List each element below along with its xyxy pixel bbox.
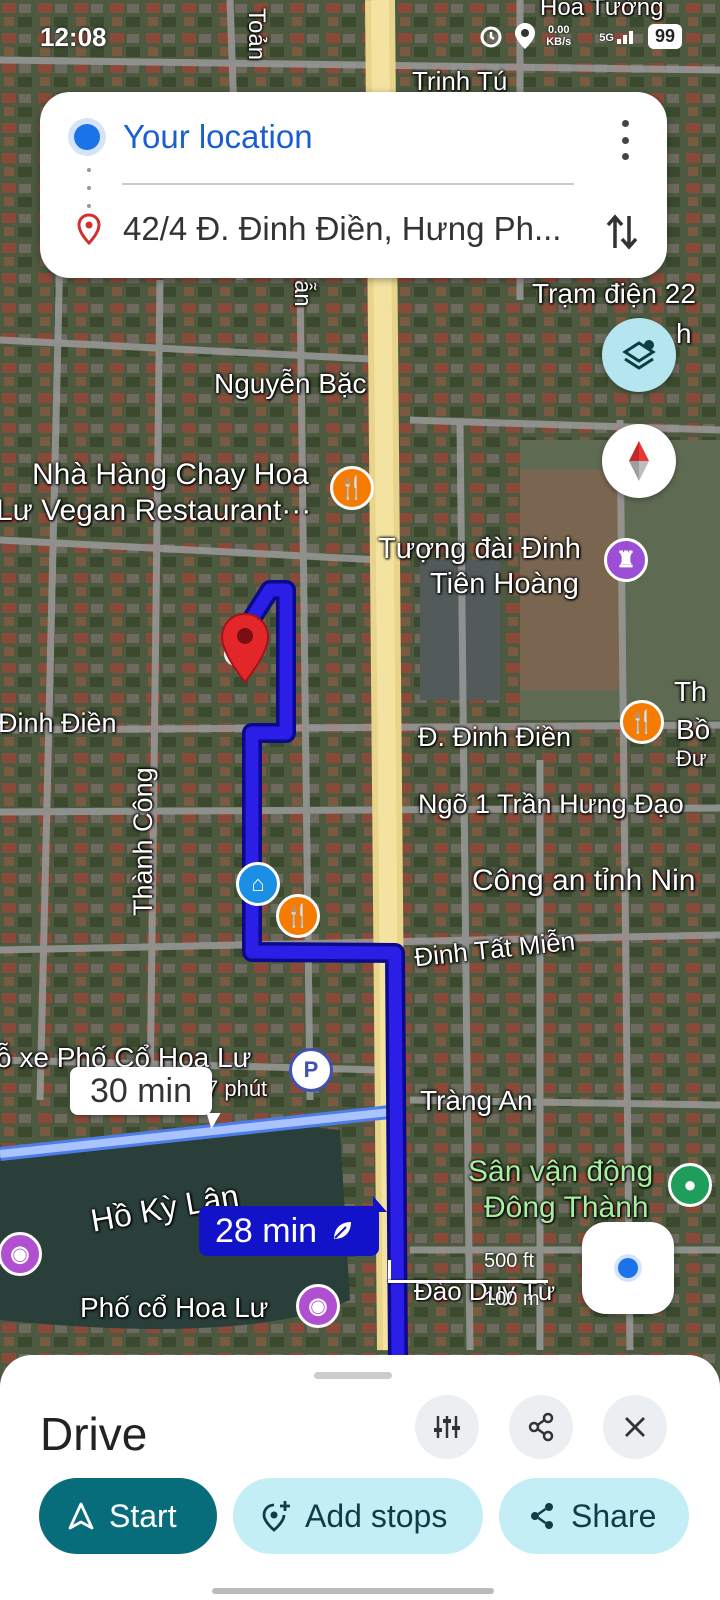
- map-label: Tượng đài Đinh: [378, 533, 581, 565]
- share-button[interactable]: Share: [499, 1478, 689, 1554]
- restaurant-icon[interactable]: 🍴: [620, 700, 664, 744]
- map-label: Đ. Đinh Điền: [418, 722, 572, 752]
- sheet-title: Drive: [40, 1408, 148, 1460]
- alt-route-time-bubble[interactable]: 30 min: [70, 1067, 212, 1115]
- scale-bar: 500 ft 100 m: [388, 1250, 568, 1310]
- origin-field[interactable]: Your location: [40, 92, 667, 184]
- stadium-icon[interactable]: ●: [668, 1163, 712, 1207]
- map-label: Th: [674, 676, 707, 707]
- divider: [122, 183, 574, 185]
- share-route-button[interactable]: [509, 1395, 573, 1459]
- scale-line: [388, 1280, 548, 1283]
- map-label: Đư: [676, 746, 707, 771]
- alarm-icon: [480, 26, 502, 48]
- swap-icon[interactable]: [605, 212, 639, 252]
- bottom-sheet: Drive Start Add stops Share: [0, 1355, 720, 1600]
- map-label: Thành Công: [128, 767, 158, 916]
- map-label: Đinh Điền: [0, 708, 117, 738]
- my-location-button[interactable]: [582, 1222, 674, 1314]
- map-label: Nguyễn Bặc: [214, 368, 367, 399]
- route-options-button[interactable]: [415, 1395, 479, 1459]
- map-label: ẫn: [289, 280, 316, 307]
- navigation-arrow-icon: [68, 1502, 94, 1530]
- alt-route-time: 30 min: [89, 1071, 193, 1110]
- scale-meters-label: 100 m: [484, 1288, 540, 1310]
- main-route-time: 28 min: [215, 1211, 318, 1250]
- map-label: Bồ: [676, 714, 711, 745]
- share-icon: [531, 1503, 553, 1529]
- main-route-time-bubble[interactable]: 28 min: [199, 1196, 387, 1256]
- map-label: Tràng An: [420, 1085, 533, 1116]
- restaurant-icon[interactable]: 🍴: [276, 894, 320, 938]
- add-stops-label: Add stops: [305, 1497, 448, 1534]
- map-label: Ngõ 1 Trần Hưng Đạo: [418, 789, 684, 819]
- origin-text: Your location: [123, 118, 313, 155]
- close-icon: [625, 1417, 645, 1437]
- destination-field[interactable]: 42/4 Đ. Đinh Điền, Hưng Ph...: [40, 186, 667, 278]
- destination-pin-outline-icon: [77, 213, 101, 245]
- more-options-icon[interactable]: [613, 120, 637, 160]
- compass-button[interactable]: [602, 424, 676, 498]
- drag-handle[interactable]: [314, 1372, 392, 1379]
- tune-icon: [434, 1416, 460, 1438]
- camera-icon[interactable]: ◉: [0, 1232, 42, 1276]
- network-type: 5G: [599, 32, 614, 44]
- location-icon: [515, 23, 536, 49]
- camera-icon[interactable]: ◉: [296, 1284, 340, 1328]
- share-label: Share: [571, 1497, 657, 1534]
- map-label: Sân vận động: [468, 1155, 654, 1188]
- compass-icon: [629, 441, 649, 481]
- my-location-icon: [614, 1254, 642, 1282]
- restaurant-icon[interactable]: 🍴: [330, 466, 374, 510]
- origin-dot-icon: [74, 124, 100, 150]
- map-label: Nhà Hàng Chay Hoa: [32, 458, 309, 491]
- start-navigation-button[interactable]: Start: [39, 1478, 217, 1554]
- signal-icon: [616, 31, 633, 44]
- share-icon: [528, 1412, 554, 1442]
- start-label: Start: [109, 1497, 177, 1534]
- map-label: Tiên Hoàng: [430, 568, 579, 600]
- map-label: Trạm điện 22: [532, 278, 696, 309]
- directions-card: Your location 42/4 Đ. Đinh Điền, Hưng Ph…: [40, 92, 667, 278]
- network-speed-value: 0.00 KB/s: [546, 24, 572, 48]
- parking-icon[interactable]: P: [289, 1048, 333, 1092]
- layers-button[interactable]: [602, 318, 676, 392]
- add-stops-button[interactable]: Add stops: [233, 1478, 483, 1554]
- status-bar: 12:08 0.00 KB/s 5G 99: [0, 0, 720, 78]
- map-label: Đông Thành: [484, 1191, 649, 1224]
- scale-tick: [388, 1260, 391, 1282]
- map-label: Lư Vegan Restaurant···: [0, 494, 312, 527]
- eco-leaf-icon: [334, 1222, 352, 1239]
- destination-text: 42/4 Đ. Đinh Điền, Hưng Ph...: [123, 210, 562, 247]
- map-label: h: [676, 318, 692, 349]
- map-label: 7 phút: [206, 1076, 268, 1101]
- destination-pin-icon[interactable]: [218, 612, 272, 684]
- map-label: Công an tỉnh Nin: [472, 864, 696, 897]
- layers-icon: [622, 340, 656, 370]
- add-location-icon: [262, 1501, 290, 1532]
- close-button[interactable]: [603, 1395, 667, 1459]
- signal-5g: 5G: [599, 28, 638, 44]
- landmark-icon[interactable]: ♜: [604, 538, 648, 582]
- status-icons: 0.00 KB/s 5G 99: [478, 22, 682, 50]
- battery-level: 99: [647, 23, 682, 49]
- status-time: 12:08: [40, 22, 107, 52]
- shopping-bag-icon[interactable]: ⌂: [236, 862, 280, 906]
- home-indicator[interactable]: [212, 1588, 494, 1594]
- network-speed: 0.00 KB/s: [546, 24, 571, 48]
- scale-feet-label: 500 ft: [484, 1250, 535, 1272]
- map-label: Phố cổ Hoa Lư: [80, 1292, 269, 1323]
